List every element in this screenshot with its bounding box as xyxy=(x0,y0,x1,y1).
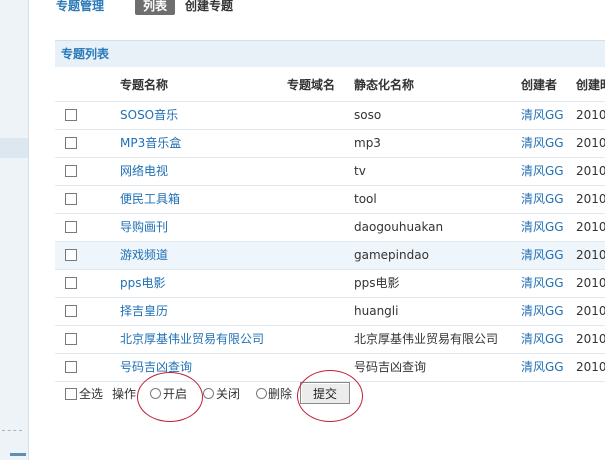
creator-link[interactable]: 清风GG xyxy=(521,214,571,241)
row-checkbox[interactable] xyxy=(65,108,77,121)
topic-name-link[interactable]: MP3音乐盒 xyxy=(120,130,285,157)
topic-static-name: 号码吉凶查询 xyxy=(354,360,427,374)
row-checkbox[interactable] xyxy=(65,192,77,205)
row-checkbox[interactable] xyxy=(65,332,77,345)
created-time: 2010 xyxy=(576,164,605,178)
creator-link[interactable]: 清风GG xyxy=(521,242,571,269)
creator-link[interactable]: 清风GG xyxy=(521,326,571,353)
column-header-static: 静态化名称 xyxy=(354,78,415,92)
table-row: MP3音乐盒 mp3 清风GG 2010 xyxy=(55,130,605,158)
topic-static-name: pps电影 xyxy=(354,276,400,290)
topic-domain xyxy=(287,242,347,269)
topic-name-link[interactable]: pps电影 xyxy=(120,270,285,297)
topic-static-name: gamepindao xyxy=(354,248,429,262)
column-header-creator: 创建者 xyxy=(521,78,558,92)
left-nav-divider xyxy=(2,430,22,431)
topic-name-link[interactable]: SOSO音乐 xyxy=(120,102,285,129)
creator-link[interactable]: 清风GG xyxy=(521,354,571,381)
select-all-label[interactable]: 全选 xyxy=(79,380,103,408)
topic-domain xyxy=(287,158,347,185)
row-checkbox[interactable] xyxy=(65,136,77,149)
close-radio-label[interactable]: 关闭 xyxy=(216,380,240,408)
left-nav-selected-item[interactable] xyxy=(0,138,28,158)
delete-radio-label[interactable]: 删除 xyxy=(268,380,292,408)
left-nav-strip xyxy=(0,0,29,460)
annotation-circle-submit xyxy=(297,370,363,422)
table-row: pps电影 pps电影 清风GG 2010 xyxy=(55,270,605,298)
table-row: 择吉皇历 huangli 清风GG 2010 xyxy=(55,298,605,326)
topic-domain xyxy=(287,186,347,213)
topic-static-name: tv xyxy=(354,164,366,178)
row-checkbox[interactable] xyxy=(65,360,77,373)
created-time: 2010 xyxy=(576,276,605,290)
delete-radio[interactable] xyxy=(256,388,267,399)
tab-list[interactable]: 列表 xyxy=(135,0,175,15)
topic-domain xyxy=(287,214,347,241)
creator-link[interactable]: 清风GG xyxy=(521,186,571,213)
topic-domain xyxy=(287,130,347,157)
row-checkbox[interactable] xyxy=(65,276,77,289)
table-row: 游戏频道 gamepindao 清风GG 2010 xyxy=(55,242,605,270)
topic-static-name: 北京厚基伟业贸易有限公司 xyxy=(354,332,499,346)
topic-domain xyxy=(287,298,347,325)
topic-static-name: daogouhuakan xyxy=(354,220,444,234)
select-all-checkbox[interactable] xyxy=(65,387,77,400)
created-time: 2010 xyxy=(576,304,605,318)
topic-name-link[interactable]: 游戏频道 xyxy=(120,242,285,269)
topic-domain xyxy=(287,326,347,353)
creator-link[interactable]: 清风GG xyxy=(521,270,571,297)
created-time: 2010 xyxy=(576,136,605,150)
row-checkbox[interactable] xyxy=(65,304,77,317)
topic-domain xyxy=(287,102,347,129)
page-title: 专题管理 xyxy=(56,0,105,13)
operation-label: 操作 xyxy=(112,387,137,401)
creator-link[interactable]: 清风GG xyxy=(521,298,571,325)
topic-static-name: tool xyxy=(354,192,377,206)
close-radio[interactable] xyxy=(203,388,214,399)
created-time: 2010 xyxy=(576,192,605,206)
table-row: 北京厚基伟业贸易有限公司 北京厚基伟业贸易有限公司 清风GG 2010 xyxy=(55,326,605,354)
topic-name-link[interactable]: 号码吉凶查询 xyxy=(120,354,285,381)
row-checkbox[interactable] xyxy=(65,220,77,233)
column-header-time: 创建时 xyxy=(576,78,605,92)
topic-name-link[interactable]: 网络电视 xyxy=(120,158,285,185)
topic-name-link[interactable]: 便民工具箱 xyxy=(120,186,285,213)
topic-static-name: soso xyxy=(354,108,382,122)
topic-name-link[interactable]: 北京厚基伟业贸易有限公司 xyxy=(120,326,285,353)
left-nav-link-fragment[interactable] xyxy=(10,453,26,456)
tab-create-topic[interactable]: 创建专题 xyxy=(185,0,233,14)
created-time: 2010 xyxy=(576,220,605,234)
table-row: SOSO音乐 soso 清风GG 2010 xyxy=(55,102,605,130)
creator-link[interactable]: 清风GG xyxy=(521,130,571,157)
topic-domain xyxy=(287,270,347,297)
column-header-name: 专题名称 xyxy=(120,78,169,92)
created-time: 2010 xyxy=(576,332,605,346)
created-time: 2010 xyxy=(576,248,605,262)
annotation-circle-open xyxy=(137,372,203,422)
creator-link[interactable]: 清风GG xyxy=(521,158,571,185)
row-checkbox[interactable] xyxy=(65,248,77,261)
topic-static-name: huangli xyxy=(354,304,399,318)
topic-table: 专题名称 专题域名 静态化名称 创建者 创建时 SOSO音乐 soso 清风GG… xyxy=(55,69,605,382)
table-row: 网络电视 tv 清风GG 2010 xyxy=(55,158,605,186)
column-header-domain: 专题域名 xyxy=(287,78,336,92)
created-time: 2010 xyxy=(576,108,605,122)
row-checkbox[interactable] xyxy=(65,164,77,177)
created-time: 2010 xyxy=(576,360,605,374)
topic-static-name: mp3 xyxy=(354,136,381,150)
table-row: 导购画刊 daogouhuakan 清风GG 2010 xyxy=(55,214,605,242)
table-header-row: 专题名称 专题域名 静态化名称 创建者 创建时 xyxy=(55,69,605,102)
topic-name-link[interactable]: 导购画刊 xyxy=(120,214,285,241)
panel-title: 专题列表 xyxy=(55,41,605,67)
creator-link[interactable]: 清风GG xyxy=(521,102,571,129)
topic-name-link[interactable]: 择吉皇历 xyxy=(120,298,285,325)
table-row: 便民工具箱 tool 清风GG 2010 xyxy=(55,186,605,214)
